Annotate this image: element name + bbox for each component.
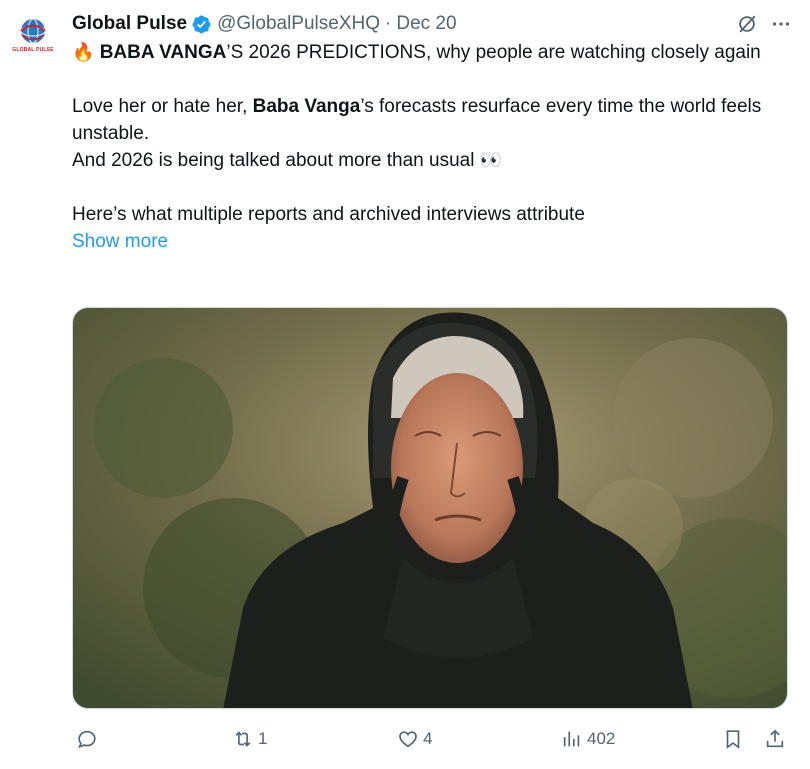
repost-button[interactable]: 1 <box>232 728 267 750</box>
portrait-photo <box>73 308 787 708</box>
share-icon <box>766 729 784 748</box>
avatar[interactable]: GLOBAL PULSE <box>10 14 56 60</box>
header-actions <box>736 13 796 35</box>
headline-rest: ’S 2026 PREDICTIONS, why people are watc… <box>226 42 761 63</box>
headline-bold: BABA VANGA <box>99 42 227 63</box>
separator-dot: · <box>385 13 392 34</box>
post-headline: 🔥 BABA VANGA’S 2026 PREDICTIONS, why peo… <box>72 39 796 66</box>
author-handle[interactable]: @GlobalPulseXHQ <box>217 13 380 35</box>
bookmark-button[interactable] <box>722 728 744 750</box>
views-button[interactable]: 402 <box>561 728 615 750</box>
avatar-brand-text: GLOBAL PULSE <box>12 47 54 53</box>
post-paragraph-4: Here’s what multiple reports and archive… <box>72 204 585 225</box>
repost-count: 1 <box>258 729 268 748</box>
more-icon[interactable] <box>770 13 792 35</box>
like-count: 4 <box>423 729 433 748</box>
author-name[interactable]: Global Pulse <box>72 13 187 35</box>
post-image[interactable] <box>72 307 788 709</box>
post-date[interactable]: Dec 20 <box>396 13 456 35</box>
post-content: Global Pulse @GlobalPulseXHQ · Dec 20 🔥 … <box>72 10 796 255</box>
action-bar: 1 4 402 <box>0 728 810 756</box>
views-icon <box>563 731 580 747</box>
grok-icon[interactable] <box>736 13 758 35</box>
para2-pre: Love her or hate her, <box>72 96 253 117</box>
views-count: 402 <box>587 729 616 748</box>
eyes-emoji: 👀 <box>479 150 503 170</box>
para2-bold: Baba Vanga <box>252 96 361 117</box>
fire-emoji: 🔥 <box>72 42 95 62</box>
bookmark-icon <box>726 730 740 749</box>
reply-button[interactable] <box>76 728 102 750</box>
post-text: 🔥 BABA VANGA’S 2026 PREDICTIONS, why peo… <box>72 39 796 255</box>
post-paragraph-3: And 2026 is being talked about more than… <box>72 147 796 174</box>
reply-icon <box>78 730 96 749</box>
like-icon <box>399 731 417 748</box>
repost-icon <box>235 731 251 747</box>
show-more-link[interactable]: Show more <box>72 228 168 255</box>
para3-text: And 2026 is being talked about more than… <box>72 150 475 171</box>
verified-badge-icon <box>192 15 211 33</box>
globe-logo-icon <box>20 18 46 44</box>
post-paragraph-2: Love her or hate her, Baba Vanga’s forec… <box>72 93 796 147</box>
post-header: Global Pulse @GlobalPulseXHQ · Dec 20 <box>72 10 796 38</box>
like-button[interactable]: 4 <box>397 728 432 750</box>
share-button[interactable] <box>764 728 786 750</box>
